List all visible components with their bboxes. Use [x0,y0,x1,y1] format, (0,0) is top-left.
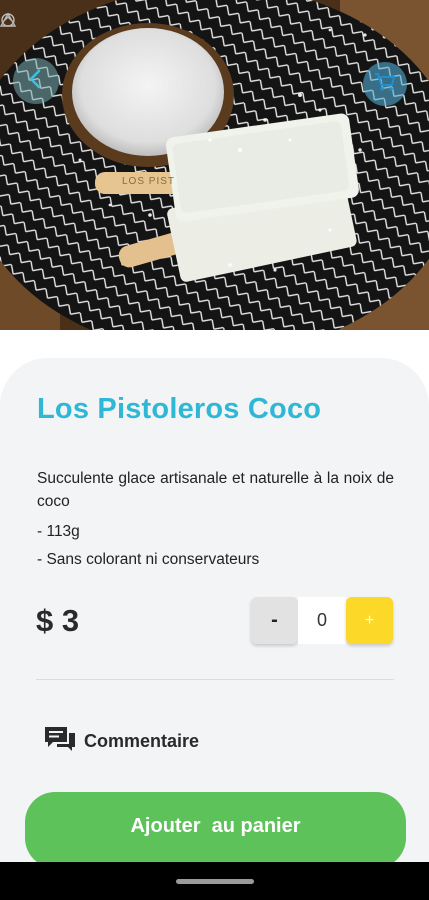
status-icons [0,12,429,30]
product-image: LOS PIST [0,0,429,330]
product-photo-illustration [0,0,429,330]
comment-label: Commentaire [84,730,200,751]
product-price: $ 3 [36,603,80,638]
home-gesture-handle[interactable] [176,879,254,884]
cart-icon [373,71,397,98]
divider [36,679,394,680]
quantity-decrease-button[interactable]: - [251,597,298,644]
chevron-left-icon [26,68,46,95]
back-button[interactable] [13,58,59,104]
warning-icon [0,12,209,28]
product-detail-weight: - 113g [37,523,80,540]
chat-bubbles-icon [43,725,77,758]
add-to-cart-button[interactable]: Ajouter au panier [25,792,406,868]
comment-button[interactable]: Commentaire [43,726,199,756]
sync-icon [1,12,237,28]
product-detail-additives: - Sans colorant ni conservateurs [37,551,260,568]
quantity-increase-button[interactable]: + [346,597,393,644]
cart-button[interactable] [363,62,407,106]
quantity-value: 0 [298,597,346,644]
product-description: Succulente glace artisanale et naturelle… [37,470,394,510]
product-title: Los Pistoleros Coco [37,393,322,425]
stick-brand-text: LOS PIST [122,176,176,187]
